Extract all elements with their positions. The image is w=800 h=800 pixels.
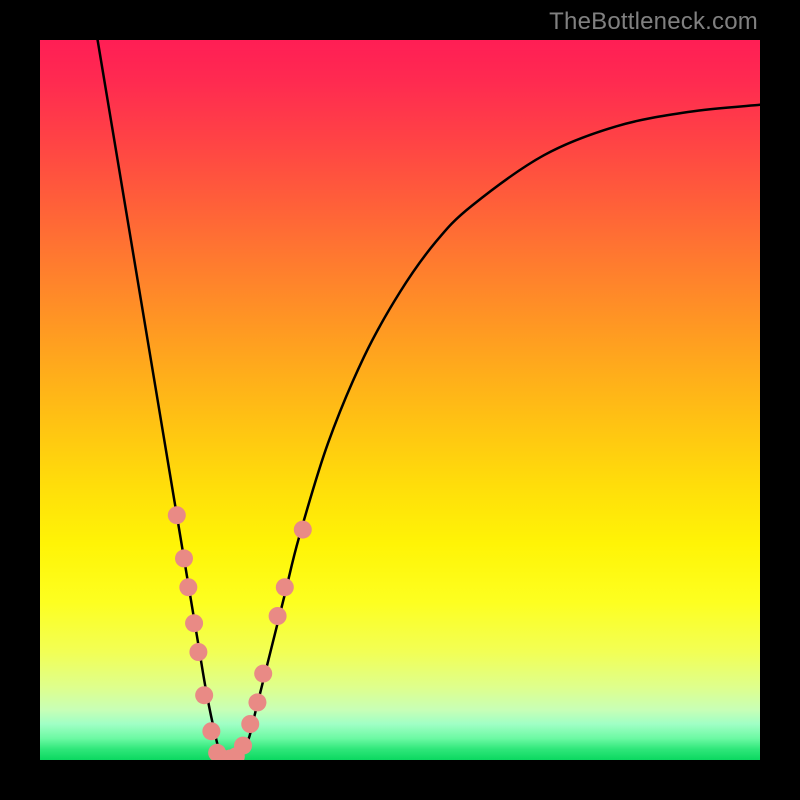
data-dot: [248, 693, 266, 711]
data-dot: [254, 665, 272, 683]
data-dot: [269, 607, 287, 625]
data-dot: [168, 506, 186, 524]
data-dot: [202, 722, 220, 740]
watermark-text: TheBottleneck.com: [549, 8, 758, 36]
data-dot: [234, 737, 252, 755]
data-dot: [189, 643, 207, 661]
data-dot: [294, 521, 312, 539]
data-dot: [185, 614, 203, 632]
chart-frame: TheBottleneck.com: [0, 0, 800, 800]
data-dot: [241, 715, 259, 733]
data-dot: [179, 578, 197, 596]
data-dot: [175, 549, 193, 567]
data-dots: [40, 40, 760, 760]
data-dot: [195, 686, 213, 704]
data-dot: [276, 578, 294, 596]
plot-area: [40, 40, 760, 760]
